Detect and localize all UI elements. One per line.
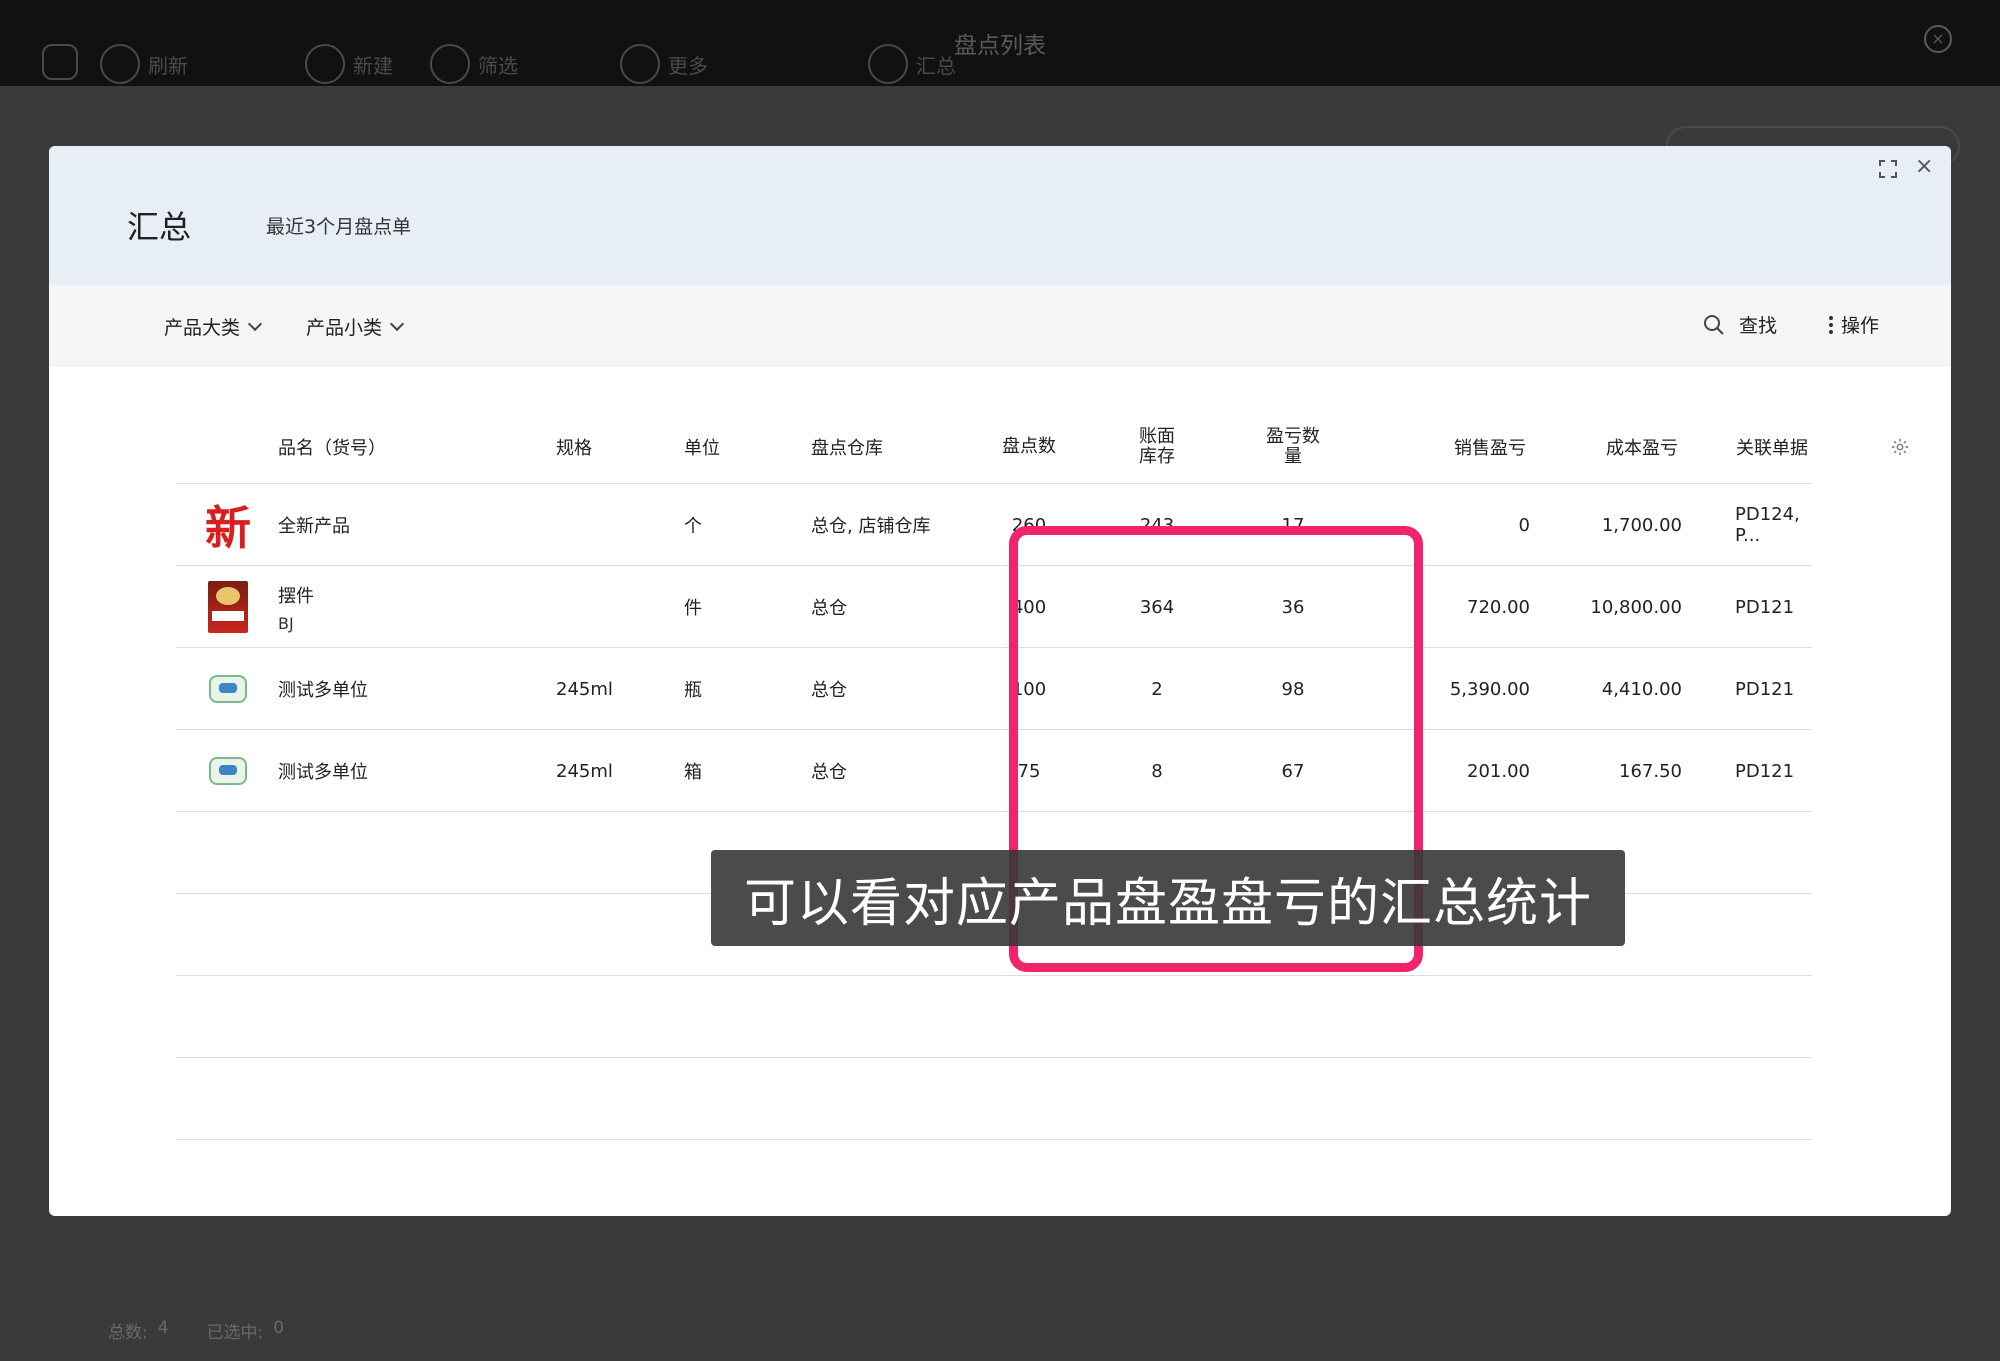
selected-count: 0 (273, 1318, 285, 1338)
product-box-image (201, 580, 255, 634)
operations-button[interactable]: 操作 (1829, 311, 1879, 338)
cell-name: 测试多单位 (278, 680, 368, 701)
header-book-stock[interactable]: 账面库存 (1134, 410, 1180, 484)
header-cost-diff[interactable]: 成本盈亏 (1606, 410, 1678, 484)
cell-unit: 件 (684, 598, 702, 619)
cell-sales-diff: 5,390.00 (1449, 678, 1530, 700)
filter-subcategory-dropdown[interactable]: 产品小类 (306, 313, 405, 340)
cell-spec: 245ml (556, 760, 613, 782)
toolbar-label: 筛选 (478, 53, 518, 78)
expand-icon[interactable] (1879, 160, 1897, 178)
header-unit[interactable]: 单位 (684, 410, 720, 484)
table-row[interactable]: 新 全新产品 个 总仓, 店铺仓库 260 243 17 0 1,700.00 … (176, 484, 1812, 566)
more-icon (620, 44, 660, 84)
bottle-image (201, 662, 255, 716)
new-product-icon: 新 (201, 498, 255, 555)
toolbar-label: 更多 (668, 53, 708, 78)
new-badge-text: 新 (205, 501, 251, 555)
header-warehouse[interactable]: 盘点仓库 (811, 410, 883, 484)
cell-unit: 个 (684, 516, 702, 537)
cell-unit: 瓶 (684, 680, 702, 701)
cell-sales-diff: 0 (1518, 514, 1530, 536)
header-name[interactable]: 品名（货号） (278, 410, 386, 484)
filter-category-dropdown[interactable]: 产品大类 (164, 313, 263, 340)
cell-cost-diff: 10,800.00 (1590, 596, 1682, 618)
find-label: 查找 (1739, 315, 1778, 337)
video-caption: 可以看对应产品盘盈盘亏的汇总统计 (711, 850, 1625, 946)
header-diff-qty[interactable]: 盈亏数量 (1260, 410, 1326, 484)
header-sales-diff[interactable]: 销售盈亏 (1454, 410, 1526, 484)
cell-cost-diff: 167.50 (1619, 760, 1682, 782)
plus-icon (305, 44, 345, 84)
toolbar-new-button[interactable]: 新建 (305, 44, 393, 84)
operations-label: 操作 (1841, 315, 1880, 337)
header-spec[interactable]: 规格 (556, 410, 592, 484)
more-vertical-icon (1829, 315, 1833, 334)
toolbar-grid-icon[interactable] (42, 44, 78, 80)
gear-icon[interactable] (1891, 410, 1909, 484)
cell-warehouse: 总仓 (811, 762, 847, 783)
summary-modal: 汇总 最近3个月盘点单 × 产品大类 产品小类 查找 操作 品名（货号） 规格 … (49, 146, 1951, 1216)
cell-ref-doc[interactable]: PD121 (1735, 566, 1794, 648)
empty-row (176, 1058, 1812, 1140)
app-title: 盘点列表 (954, 33, 1046, 59)
cell-ref-doc[interactable]: PD121 (1735, 730, 1794, 812)
table-row[interactable]: 摆件 BJ 件 总仓 400 364 36 720.00 10,800.00 P… (176, 566, 1812, 648)
cell-name: 全新产品 (278, 516, 350, 537)
cell-warehouse: 总仓, 店铺仓库 (811, 516, 931, 537)
total-label: 总数: (108, 1323, 148, 1343)
table-row[interactable]: 测试多单位 245ml 箱 总仓 75 8 67 201.00 167.50 P… (176, 730, 1812, 812)
toolbar-more-button[interactable]: 更多 (620, 44, 708, 84)
header-ref-doc[interactable]: 关联单据 (1736, 410, 1808, 484)
toolbar-label: 新建 (353, 53, 393, 78)
product-name: 摆件 (278, 585, 314, 607)
filter-bar: 产品大类 产品小类 查找 操作 (49, 285, 1951, 367)
selected-label: 已选中: (206, 1323, 264, 1343)
total-count: 4 (157, 1318, 169, 1338)
cell-unit: 箱 (684, 762, 702, 783)
cell-spec: 245ml (556, 678, 613, 700)
summary-icon (868, 44, 908, 84)
toolbar-refresh-button[interactable]: 刷新 (100, 44, 188, 84)
cell-name: 摆件 BJ (278, 566, 314, 648)
find-button[interactable]: 查找 (1703, 311, 1777, 338)
cell-ref-doc[interactable]: PD124, P... (1735, 484, 1812, 566)
toolbar-label: 刷新 (148, 53, 188, 78)
close-icon[interactable]: × (1915, 156, 1933, 178)
table-header: 品名（货号） 规格 单位 盘点仓库 盘点数 账面库存 盈亏数量 销售盈亏 成本盈… (176, 410, 1909, 484)
modal-header: 汇总 最近3个月盘点单 × (49, 146, 1951, 285)
toolbar-filter-button[interactable]: 筛选 (430, 44, 518, 84)
cell-sales-diff: 201.00 (1467, 760, 1530, 782)
cell-name: 测试多单位 (278, 762, 368, 783)
cell-cost-diff: 1,700.00 (1601, 514, 1682, 536)
product-sku: BJ (278, 613, 294, 633)
cell-ref-doc[interactable]: PD121 (1735, 648, 1794, 730)
table-row[interactable]: 测试多单位 245ml 瓶 总仓 100 2 98 5,390.00 4,410… (176, 648, 1812, 730)
status-footer: 总数: 4 已选中: 0 (108, 1318, 284, 1343)
chevron-down-icon (389, 316, 405, 331)
modal-subtitle: 最近3个月盘点单 (266, 216, 412, 238)
filter-label: 产品小类 (306, 317, 383, 339)
bottle-image (201, 744, 255, 798)
toolbar-label: 汇总 (916, 53, 956, 78)
modal-title: 汇总 (127, 208, 192, 246)
cell-warehouse: 总仓 (811, 680, 847, 701)
app-close-icon[interactable]: × (1924, 25, 1952, 53)
refresh-icon (100, 44, 140, 84)
header-count[interactable]: 盘点数 (996, 410, 1062, 484)
cell-cost-diff: 4,410.00 (1601, 678, 1682, 700)
empty-row (176, 976, 1812, 1058)
cell-sales-diff: 720.00 (1467, 596, 1530, 618)
chevron-down-icon (247, 316, 263, 331)
summary-table: 品名（货号） 规格 单位 盘点仓库 盘点数 账面库存 盈亏数量 销售盈亏 成本盈… (176, 410, 1909, 1140)
filter-label: 产品大类 (164, 317, 241, 339)
app-title-bar: 盘点列表 × (0, 0, 2000, 86)
toolbar-summary-button[interactable]: 汇总 (868, 44, 956, 84)
cell-warehouse: 总仓 (811, 598, 847, 619)
search-icon (1704, 314, 1724, 335)
filter-icon (430, 44, 470, 84)
